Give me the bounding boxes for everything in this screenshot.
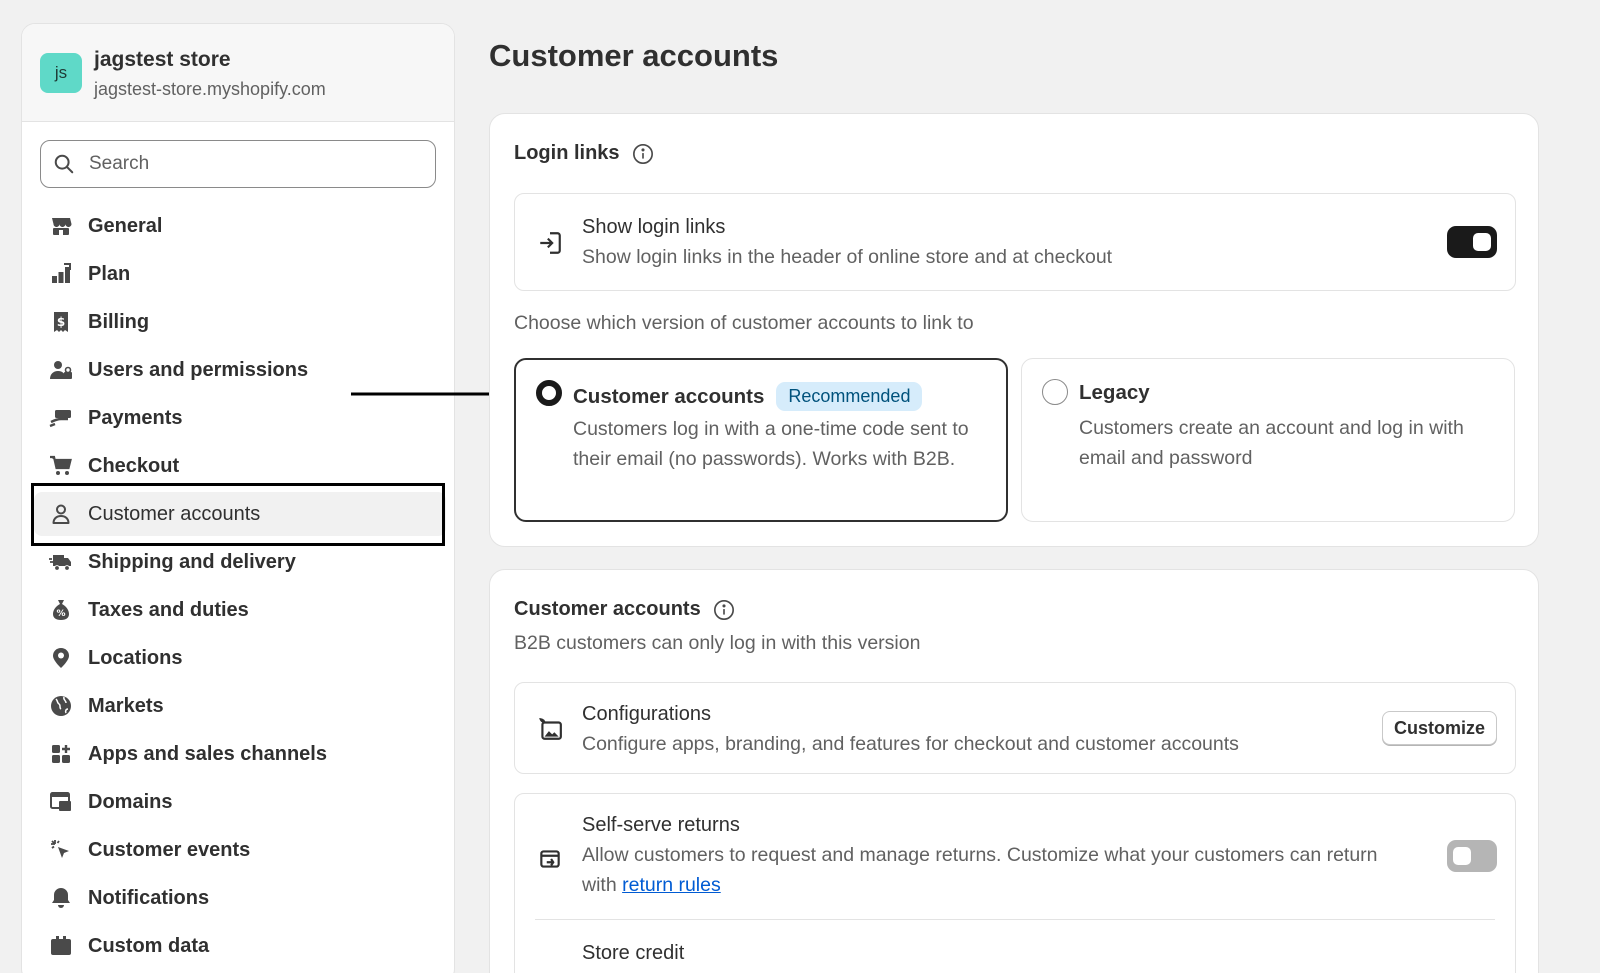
show-login-links-description: Show login links in the header of online… <box>582 246 1113 268</box>
store-domain: jagstest-store.myshopify.com <box>94 79 326 99</box>
sidebar-item-label: Users and permissions <box>88 358 309 381</box>
self-serve-returns-description: Allow customers to request and manage re… <box>582 840 1402 900</box>
sidebar-item-plan[interactable]: Plan <box>34 252 446 296</box>
sidebar-item-label: Checkout <box>88 454 180 477</box>
sidebar-item-notifications[interactable]: Notifications <box>34 876 446 920</box>
custom-data-icon <box>48 933 74 959</box>
store-credit-title: Store credit <box>582 942 685 964</box>
sidebar-item-customer-accounts[interactable]: Customer accounts <box>34 492 446 536</box>
option-title: Customer accounts Recommended <box>573 382 923 411</box>
sidebar-item-label: Payments <box>88 406 183 429</box>
cursor-click-icon <box>48 837 74 863</box>
configurations-title: Configurations <box>582 703 711 725</box>
legacy-radio[interactable] <box>1042 379 1068 405</box>
return-rules-link[interactable]: return rules <box>622 874 721 896</box>
store-icon <box>48 213 74 239</box>
search-input[interactable] <box>89 153 409 175</box>
tax-icon: % <box>48 597 74 623</box>
sidebar-item-domains[interactable]: Domains <box>34 780 446 824</box>
show-login-links-title: Show login links <box>582 216 726 238</box>
customize-button[interactable]: Customize <box>1381 711 1497 745</box>
sidebar-item-label: Billing <box>88 310 150 333</box>
option-description: Customers log in with a one-time code se… <box>573 418 969 470</box>
globe-icon <box>48 693 74 719</box>
sidebar-item-apps[interactable]: Apps and sales channels <box>34 732 446 776</box>
sidebar-item-label: Locations <box>88 646 183 669</box>
self-serve-returns-toggle[interactable] <box>1447 840 1497 872</box>
svg-text:$: $ <box>57 315 65 329</box>
settings-sidebar: js jagstest store jagstest-store.myshopi… <box>21 23 455 973</box>
info-icon[interactable] <box>632 143 654 165</box>
option-customer-accounts[interactable]: Customer accounts Recommended Customers … <box>514 358 1008 522</box>
show-login-links-toggle[interactable] <box>1447 226 1497 258</box>
login-links-card: Login links Show login links Show login … <box>489 113 1539 547</box>
recommended-badge: Recommended <box>776 382 923 411</box>
option-title-text: Customer accounts <box>573 384 765 408</box>
sidebar-item-label: Plan <box>88 262 131 285</box>
page-title: Customer accounts <box>489 38 779 73</box>
sidebar-item-label: Shipping and delivery <box>88 550 296 573</box>
payments-icon <box>48 405 74 431</box>
domains-icon <box>48 789 74 815</box>
search-icon <box>54 154 74 174</box>
sidebar-item-label: Taxes and duties <box>88 598 249 621</box>
returns-icon <box>540 850 560 868</box>
sidebar-item-taxes[interactable]: % Taxes and duties <box>34 588 446 632</box>
sidebar-item-shipping[interactable]: Shipping and delivery <box>34 540 446 584</box>
login-links-heading: Login links <box>514 142 654 165</box>
sidebar-item-billing[interactable]: $ Billing <box>34 300 446 344</box>
show-login-links-row: Show login links Show login links in the… <box>514 193 1516 291</box>
sidebar-item-markets[interactable]: Markets <box>34 684 446 728</box>
info-icon[interactable] <box>713 599 735 621</box>
option-title-text: Legacy <box>1079 381 1150 404</box>
customer-accounts-title: Customer accounts <box>514 598 701 620</box>
bell-icon <box>48 885 74 911</box>
login-icon <box>540 232 561 254</box>
sidebar-item-label: Customer accounts <box>88 502 261 525</box>
annotation-arrow-icon <box>351 386 507 402</box>
customer-accounts-heading: Customer accounts <box>514 598 735 621</box>
settings-nav: General Plan $ Billing Users and permiss… <box>34 204 446 972</box>
settings-search <box>40 140 436 188</box>
svg-text:%: % <box>56 609 65 619</box>
sidebar-item-custom-data[interactable]: Custom data <box>34 924 446 968</box>
option-description: Customers create an account and log in w… <box>1079 417 1464 469</box>
sidebar-item-checkout[interactable]: Checkout <box>34 444 446 488</box>
configurations-row: Configurations Configure apps, branding,… <box>514 682 1516 774</box>
customer-accounts-subtitle: B2B customers can only log in with this … <box>514 632 921 654</box>
branding-icon <box>539 718 562 740</box>
receipt-icon: $ <box>48 309 74 335</box>
self-serve-returns-box: Self-serve returns Allow customers to re… <box>514 793 1516 973</box>
plan-icon <box>48 261 74 287</box>
cart-icon <box>48 453 74 479</box>
login-links-title: Login links <box>514 142 620 164</box>
truck-icon <box>48 549 74 575</box>
sidebar-item-locations[interactable]: Locations <box>34 636 446 680</box>
sidebar-item-label: Custom data <box>88 934 210 957</box>
sidebar-item-label: General <box>88 214 163 237</box>
store-avatar: js <box>40 53 82 93</box>
sidebar-item-label: Domains <box>88 790 173 813</box>
sidebar-item-label: Markets <box>88 694 164 717</box>
sidebar-item-customer-events[interactable]: Customer events <box>34 828 446 872</box>
sidebar-item-general[interactable]: General <box>34 204 446 248</box>
customer-accounts-card: Customer accounts B2B customers can only… <box>489 569 1539 973</box>
option-title: Legacy <box>1079 381 1150 405</box>
sidebar-item-label: Notifications <box>88 886 210 909</box>
configurations-description: Configure apps, branding, and features f… <box>582 733 1239 755</box>
apps-icon <box>48 741 74 767</box>
choose-version-text: Choose which version of customer account… <box>514 312 974 334</box>
divider <box>535 919 1495 920</box>
location-pin-icon <box>48 645 74 671</box>
customer-accounts-radio[interactable] <box>536 380 562 406</box>
self-serve-returns-title: Self-serve returns <box>582 814 740 836</box>
sidebar-item-label: Customer events <box>88 838 251 861</box>
person-icon <box>48 501 74 527</box>
users-icon <box>48 357 74 383</box>
store-header[interactable]: js jagstest store jagstest-store.myshopi… <box>22 24 454 122</box>
option-legacy[interactable]: Legacy Customers create an account and l… <box>1021 358 1515 522</box>
sidebar-item-label: Apps and sales channels <box>88 742 327 765</box>
store-name: jagstest store <box>94 48 231 71</box>
